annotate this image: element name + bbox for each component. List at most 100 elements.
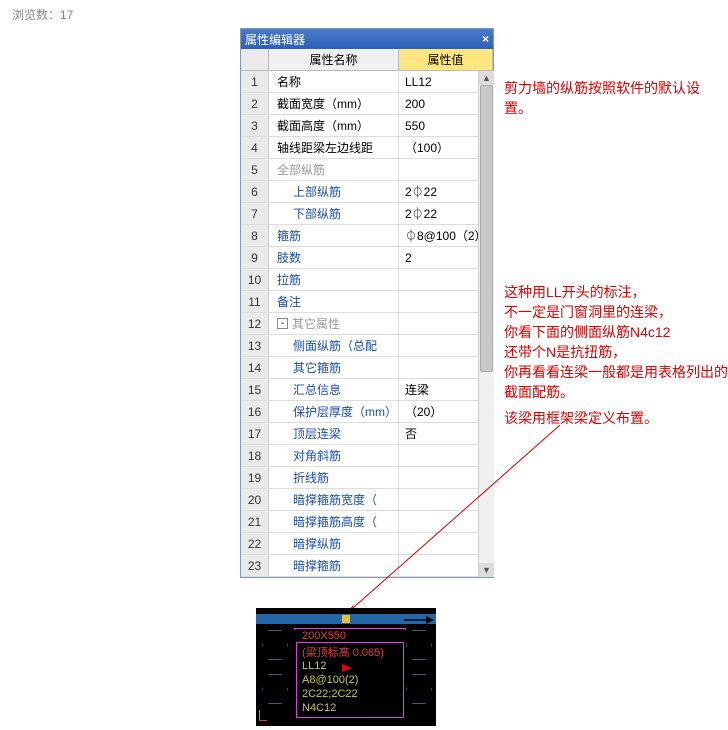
view-count: 浏览数：17: [12, 6, 73, 23]
table-row[interactable]: 7下部纵筋2⏀22: [241, 203, 493, 225]
table-row[interactable]: 21暗撑箍筋高度（: [241, 511, 493, 533]
hex-shape: [406, 630, 432, 660]
annotation-3: 该梁用框架梁定义布置。: [504, 408, 724, 428]
row-number: 22: [241, 533, 269, 554]
table-row[interactable]: 17顶层连梁否: [241, 423, 493, 445]
header-row: 属性名称 属性值: [241, 49, 493, 71]
row-number: 18: [241, 445, 269, 466]
hex-shape: [406, 674, 432, 704]
property-name: 截面宽度（mm）: [269, 93, 399, 114]
row-number: 12: [241, 313, 269, 334]
table-row[interactable]: 13侧面纵筋（总配: [241, 335, 493, 357]
row-number: 23: [241, 555, 269, 576]
table-row[interactable]: 19折线筋: [241, 467, 493, 489]
titlebar[interactable]: 属性编辑器 ×: [241, 29, 493, 49]
cad-yellow-marker: [342, 615, 350, 623]
property-name: 暗撑箍筋高度（: [269, 511, 399, 532]
property-name: 备注: [269, 291, 399, 312]
row-number: 7: [241, 203, 269, 224]
table-row[interactable]: 4轴线距梁左边线距（100）: [241, 137, 493, 159]
table-row[interactable]: 11备注: [241, 291, 493, 313]
row-number: 9: [241, 247, 269, 268]
property-name: 名称: [269, 71, 399, 92]
row-number: 4: [241, 137, 269, 158]
row-number: 16: [241, 401, 269, 422]
row-number: 14: [241, 357, 269, 378]
property-name: 汇总信息: [269, 379, 399, 400]
cad-arrow-icon: [404, 616, 434, 626]
row-number: 20: [241, 489, 269, 510]
axis-icon: [256, 710, 268, 726]
close-icon[interactable]: ×: [482, 32, 489, 46]
property-name: 其它箍筋: [269, 357, 399, 378]
property-name: 拉筋: [269, 269, 399, 290]
annotation-2: 这种用LL开头的标注，不一定是门窗洞里的连梁，你看下面的侧面纵筋N4c12还带个…: [504, 282, 728, 402]
row-number: 5: [241, 159, 269, 180]
cad-text-side: N4C12: [302, 702, 336, 714]
property-name: 肢数: [269, 247, 399, 268]
col-value-header: 属性值: [399, 49, 493, 70]
col-name-header: 属性名称: [269, 49, 399, 70]
table-row[interactable]: 1名称LL12: [241, 71, 493, 93]
table-row[interactable]: 6上部纵筋2⏀22: [241, 181, 493, 203]
row-number: 8: [241, 225, 269, 246]
property-name: 上部纵筋: [269, 181, 399, 202]
table-row[interactable]: 5全部纵筋: [241, 159, 493, 181]
hex-shape: [262, 674, 288, 704]
table-row[interactable]: 9肢数2: [241, 247, 493, 269]
scroll-track[interactable]: [479, 85, 494, 563]
row-number: 17: [241, 423, 269, 444]
table-row[interactable]: 3截面高度（mm）550: [241, 115, 493, 137]
panel-title: 属性编辑器: [245, 31, 305, 48]
property-name: 顶层连梁: [269, 423, 399, 444]
vertical-scrollbar[interactable]: ▲ ▼: [478, 71, 494, 577]
row-number: 13: [241, 335, 269, 356]
property-editor-panel: 属性编辑器 × 属性名称 属性值 1名称LL122截面宽度（mm）2003截面高…: [240, 28, 494, 578]
row-number: 21: [241, 511, 269, 532]
property-name: 暗撑纵筋: [269, 533, 399, 554]
property-name: 暗撑箍筋: [269, 555, 399, 576]
table-row[interactable]: 12-其它属性: [241, 313, 493, 335]
property-grid: 1名称LL122截面宽度（mm）2003截面高度（mm）5504轴线距梁左边线距…: [241, 71, 493, 577]
row-number: 3: [241, 115, 269, 136]
property-name: 下部纵筋: [269, 203, 399, 224]
table-row[interactable]: 2截面宽度（mm）200: [241, 93, 493, 115]
scroll-down-icon[interactable]: ▼: [479, 563, 494, 577]
table-row[interactable]: 22暗撑纵筋: [241, 533, 493, 555]
table-row[interactable]: 8箍筋⏀8@100（2）: [241, 225, 493, 247]
property-name: -其它属性: [269, 313, 399, 334]
row-number: 11: [241, 291, 269, 312]
row-number: 10: [241, 269, 269, 290]
collapse-icon[interactable]: -: [277, 318, 288, 329]
table-row[interactable]: 10拉筋: [241, 269, 493, 291]
hex-shape: [262, 630, 288, 660]
cad-text-stirrup: A8@100(2): [302, 674, 358, 686]
property-name: 折线筋: [269, 467, 399, 488]
property-name: 侧面纵筋（总配: [269, 335, 399, 356]
scroll-up-icon[interactable]: ▲: [479, 71, 494, 85]
property-name: 暗撑箍筋宽度（: [269, 489, 399, 510]
table-row[interactable]: 23暗撑箍筋: [241, 555, 493, 577]
table-row[interactable]: 15汇总信息连梁: [241, 379, 493, 401]
table-row[interactable]: 14其它箍筋: [241, 357, 493, 379]
table-row[interactable]: 18对角斜筋: [241, 445, 493, 467]
property-name: 保护层厚度（mm）: [269, 401, 399, 422]
scroll-thumb[interactable]: [480, 85, 493, 372]
table-row[interactable]: 16保护层厚度（mm）（20）: [241, 401, 493, 423]
property-name: 截面高度（mm）: [269, 115, 399, 136]
property-name: 轴线距梁左边线距: [269, 137, 399, 158]
cad-text-id: LL12: [302, 660, 326, 672]
row-number: 2: [241, 93, 269, 114]
cad-text-long: 2C22;2C22: [302, 688, 358, 700]
cad-preview: 200X550 (梁顶标高 0.065) LL12 A8@100(2) 2C22…: [256, 608, 436, 726]
property-name: 对角斜筋: [269, 445, 399, 466]
cad-text-dim: 200X550: [302, 630, 346, 642]
row-number: 1: [241, 71, 269, 92]
row-number: 6: [241, 181, 269, 202]
annotation-1: 剪力墙的纵筋按照软件的默认设置。: [504, 78, 724, 118]
cad-text-elev: (梁顶标高 0.065): [302, 644, 384, 660]
row-number: 19: [241, 467, 269, 488]
col-number-header: [241, 49, 269, 70]
table-row[interactable]: 20暗撑箍筋宽度（: [241, 489, 493, 511]
row-number: 15: [241, 379, 269, 400]
